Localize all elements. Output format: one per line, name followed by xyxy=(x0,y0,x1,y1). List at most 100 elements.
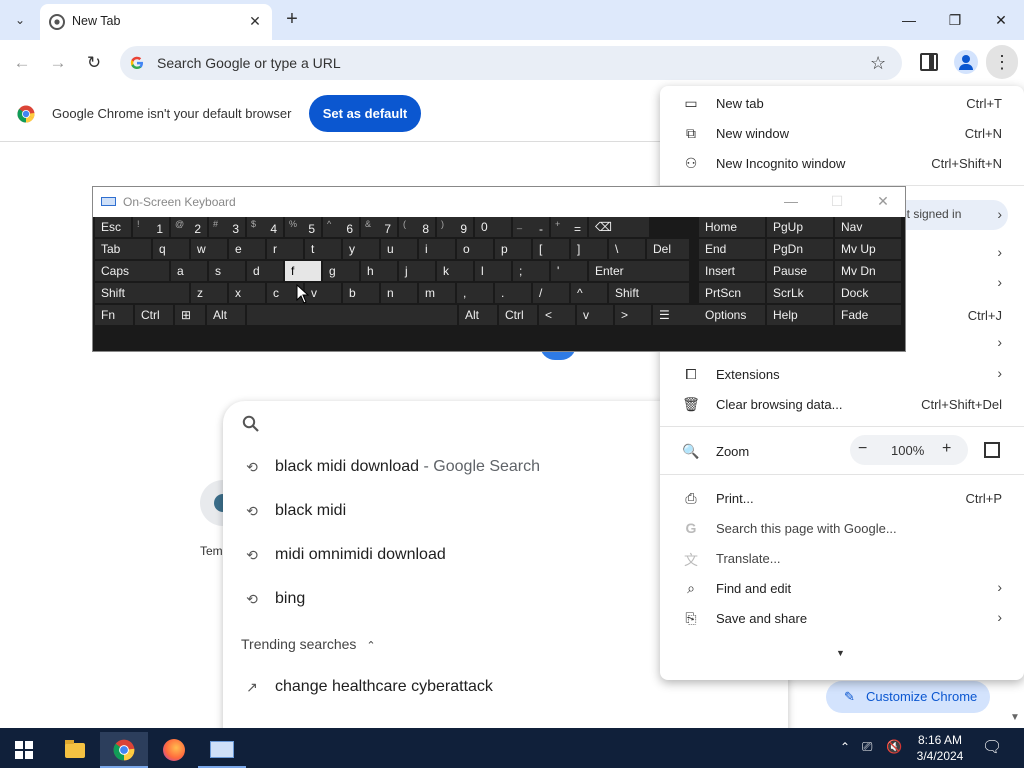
osk-key[interactable]: u xyxy=(381,239,417,259)
osk-key[interactable]: Fn xyxy=(95,305,133,325)
osk-key[interactable]: / xyxy=(533,283,569,303)
osk-key[interactable]: i xyxy=(419,239,455,259)
bookmark-star-icon[interactable]: ☆ xyxy=(870,53,886,74)
osk-key[interactable]: x xyxy=(229,283,265,303)
signin-status[interactable]: ot signed in xyxy=(890,200,1008,230)
osk-key[interactable]: j xyxy=(399,261,435,281)
menu-item-search-page[interactable]: G Search this page with Google... xyxy=(660,514,1024,544)
fullscreen-icon[interactable] xyxy=(984,442,1000,458)
osk-key[interactable]: Help xyxy=(767,305,833,325)
osk-key[interactable]: < xyxy=(539,305,575,325)
osk-key[interactable]: Alt xyxy=(459,305,497,325)
osk-key[interactable]: Mv Up xyxy=(835,239,901,259)
menu-item-new-tab[interactable]: ▭ New tab Ctrl+T xyxy=(660,89,1024,119)
osk-key[interactable]: v xyxy=(305,283,341,303)
osk-key[interactable]: Shift xyxy=(609,283,689,303)
osk-key[interactable]: Pause xyxy=(767,261,833,281)
osk-key[interactable]: d xyxy=(247,261,283,281)
osk-maximize-button[interactable]: ☐ xyxy=(827,193,847,210)
menu-item-save-share[interactable]: ⎘ Save and share › xyxy=(660,604,1024,634)
menu-item-find-edit[interactable]: ⌕ Find and edit › xyxy=(660,574,1024,604)
osk-key[interactable]: [ xyxy=(533,239,569,259)
osk-key[interactable]: ' xyxy=(551,261,587,281)
tab-new-tab[interactable]: New Tab ✕ xyxy=(40,4,272,40)
start-button[interactable] xyxy=(0,732,48,768)
osk-key[interactable]: Esc xyxy=(95,217,131,237)
customize-chrome-button[interactable]: ✎ Customize Chrome xyxy=(826,681,990,713)
osk-key[interactable]: ⌫ xyxy=(589,217,649,237)
omnibox[interactable]: Search Google or type a URL ☆ xyxy=(120,46,902,80)
osk-key[interactable]: ⊞ xyxy=(175,305,205,325)
osk-key[interactable]: Tab xyxy=(95,239,151,259)
osk-key[interactable]: ] xyxy=(571,239,607,259)
osk-key[interactable]: Mv Dn xyxy=(835,261,901,281)
menu-item-translate[interactable]: 文 Translate... xyxy=(660,544,1024,574)
zoom-in-button[interactable]: + xyxy=(942,440,951,458)
on-screen-keyboard-taskbar-icon[interactable] xyxy=(198,732,246,768)
restore-button[interactable]: ❐ xyxy=(940,8,970,32)
osk-key[interactable]: ; xyxy=(513,261,549,281)
osk-key[interactable]: > xyxy=(615,305,651,325)
clock[interactable]: 8:16 AM 3/4/2024 xyxy=(914,732,966,764)
osk-key[interactable]: PgDn xyxy=(767,239,833,259)
osk-key[interactable]: s xyxy=(209,261,245,281)
menu-item-new-window[interactable]: ⧉ New window Ctrl+N xyxy=(660,119,1024,149)
osk-key[interactable]: a xyxy=(171,261,207,281)
osk-key[interactable]: 0 xyxy=(475,217,511,237)
osk-key[interactable]: g xyxy=(323,261,359,281)
notifications-icon[interactable]: 🗨 xyxy=(982,737,1002,757)
osk-key[interactable]: q xyxy=(153,239,189,259)
osk-key[interactable]: PrtScn xyxy=(699,283,765,303)
osk-key[interactable]: o xyxy=(457,239,493,259)
osk-key[interactable]: Enter xyxy=(589,261,689,281)
menu-item-print[interactable]: ⎙ Print... Ctrl+P xyxy=(660,484,1024,514)
tray-chevron-up-icon[interactable]: ⌃ xyxy=(840,740,850,754)
back-button[interactable]: ← xyxy=(10,51,34,75)
menu-item-clear-browsing-data[interactable]: 🗑 Clear browsing data... Ctrl+Shift+Del xyxy=(660,390,1024,420)
osk-key[interactable]: b xyxy=(343,283,379,303)
osk-key[interactable]: y xyxy=(343,239,379,259)
osk-key[interactable]: p xyxy=(495,239,531,259)
minimize-button[interactable]: — xyxy=(894,8,924,32)
osk-key[interactable]: Nav xyxy=(835,217,901,237)
osk-close-button[interactable]: ✕ xyxy=(873,193,893,210)
osk-key[interactable]: ^ xyxy=(571,283,607,303)
close-window-button[interactable]: ✕ xyxy=(986,8,1016,32)
osk-key[interactable]: f xyxy=(285,261,321,281)
trending-header[interactable]: Trending searches ⌃ xyxy=(241,636,376,652)
osk-key[interactable]: 9) xyxy=(437,217,473,237)
osk-key[interactable]: v xyxy=(577,305,613,325)
osk-key[interactable]: e xyxy=(229,239,265,259)
tab-search-button[interactable]: ⌄ xyxy=(8,8,32,32)
menu-more-arrow-icon[interactable]: ▼ xyxy=(836,648,845,658)
osk-key[interactable]: , xyxy=(457,283,493,303)
osk-key[interactable]: k xyxy=(437,261,473,281)
reload-button[interactable]: ↻ xyxy=(82,51,106,75)
osk-key[interactable]: 4 $ xyxy=(247,217,283,237)
osk-key[interactable]: Home xyxy=(699,217,765,237)
osk-key[interactable]: ScrLk xyxy=(767,283,833,303)
osk-key[interactable]: 2 @ xyxy=(171,217,207,237)
osk-key[interactable]: Insert xyxy=(699,261,765,281)
osk-key[interactable]: Caps xyxy=(95,261,169,281)
osk-key[interactable]: Fade xyxy=(835,305,901,325)
osk-key[interactable]: Shift xyxy=(95,283,189,303)
menu-item-new-incognito[interactable]: ⚇ New Incognito window Ctrl+Shift+N xyxy=(660,149,1024,179)
chrome-taskbar-icon[interactable] xyxy=(100,732,148,768)
osk-key[interactable]: 3 # xyxy=(209,217,245,237)
osk-minimize-button[interactable]: — xyxy=(781,193,801,209)
osk-key[interactable]: . xyxy=(495,283,531,303)
osk-key[interactable]: 7 & xyxy=(361,217,397,237)
osk-key[interactable]: = + xyxy=(551,217,587,237)
osk-key[interactable]: End xyxy=(699,239,765,259)
osk-key[interactable]: Del xyxy=(647,239,689,259)
osk-titlebar[interactable]: On-Screen Keyboard — ☐ ✕ xyxy=(93,187,905,217)
osk-key[interactable]: Ctrl xyxy=(499,305,537,325)
osk-key[interactable]: h xyxy=(361,261,397,281)
forward-button[interactable]: → xyxy=(46,51,70,75)
osk-key[interactable]: l xyxy=(475,261,511,281)
menu-item-extensions[interactable]: ⧠ Extensions › xyxy=(660,360,1024,390)
osk-key[interactable]: w xyxy=(191,239,227,259)
osk-key[interactable]: z xyxy=(191,283,227,303)
side-panel-icon[interactable] xyxy=(920,53,938,71)
